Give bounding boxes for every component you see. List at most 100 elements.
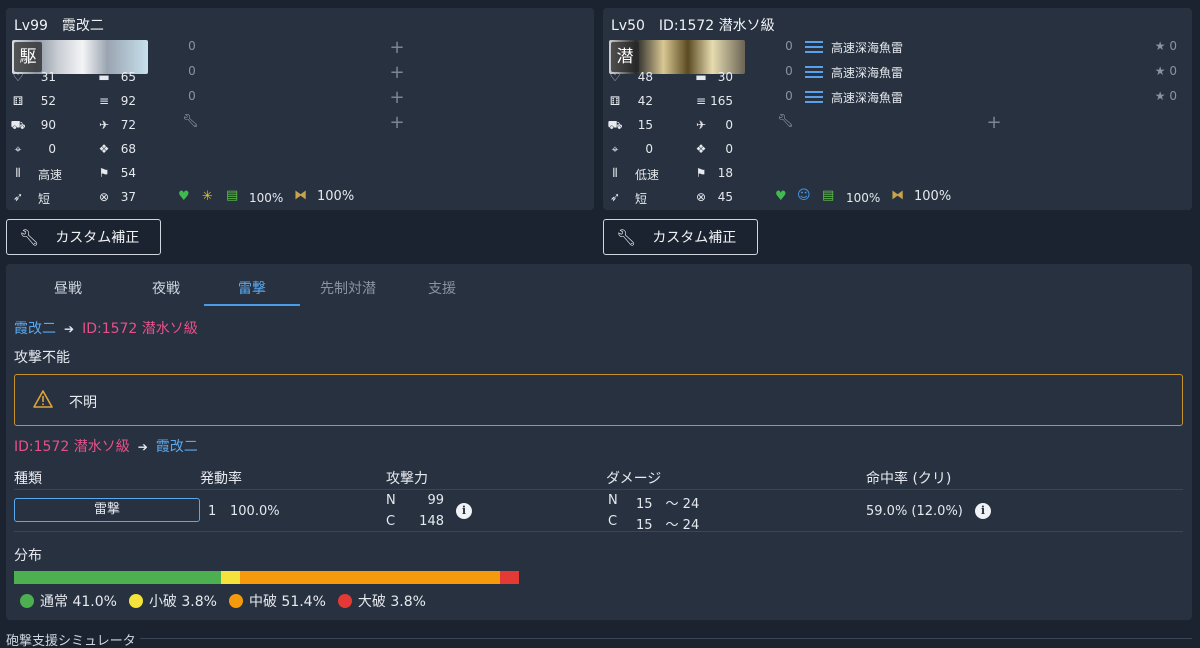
range-icon: ➶ xyxy=(609,190,621,204)
fuel-icon: ▤ xyxy=(226,188,239,203)
info-icon[interactable]: i xyxy=(975,503,991,519)
power-n-value: 99 xyxy=(427,493,444,508)
header-power: 攻撃力 xyxy=(386,471,428,487)
legend-dot xyxy=(228,594,243,608)
distribution-legend: 通常 41.0% 小破 3.8% 中破 51.4% 大破 3.8% xyxy=(20,591,438,611)
legend-item: 通常 41.0% xyxy=(20,591,117,611)
tab-night-battle[interactable]: 夜戦 xyxy=(118,276,214,306)
ammo-icon: ⧓ xyxy=(294,188,307,203)
torpedo-equip-icon xyxy=(805,41,823,55)
ship-banner-image[interactable]: 駆 xyxy=(12,40,148,74)
power-n-label: N xyxy=(386,493,396,508)
torpedo-equip-icon xyxy=(805,91,823,105)
section-title: 砲撃支援シミュレータ xyxy=(6,634,136,648)
divider xyxy=(14,489,1183,490)
ship-card-right: Lv50 ID:1572 潜水ソ級 潜 ♡ 48 ⚅ 42 ⛟ 15 ⌖ 0 ⦀ 低速 ➶ 短… xyxy=(603,8,1192,210)
ship-header: Lv50 ID:1572 潜水ソ級 xyxy=(611,15,789,35)
sparkle-icon: ✳ xyxy=(202,189,213,204)
speed-icon: ⦀ xyxy=(15,166,21,180)
header-damage: ダメージ xyxy=(606,471,662,487)
legend-text: 中破 51.4% xyxy=(248,594,326,610)
ammo-value: 100% xyxy=(914,189,952,204)
distribution-segment xyxy=(240,571,500,584)
custom-correction-button[interactable]: 🔧︎ カスタム補正 xyxy=(6,219,161,255)
fuel-icon: ▤ xyxy=(822,188,835,203)
legend-dot xyxy=(128,594,143,608)
rate-value: 100.0% xyxy=(230,504,280,519)
add-reinforce-icon[interactable]: + xyxy=(389,114,405,132)
damage-n-label: N xyxy=(608,493,618,508)
condition-heart-icon: ♥ xyxy=(775,189,787,204)
ship-header: Lv99 霞改二 xyxy=(14,15,118,35)
legend-item: 大破 3.8% xyxy=(337,591,426,611)
wrench-icon[interactable]: 🔧︎ xyxy=(777,114,794,129)
ammo-value: 100% xyxy=(317,189,355,204)
ship-type-badge: 駆 xyxy=(14,42,42,72)
attack-type-button[interactable]: 雷撃 xyxy=(14,498,200,522)
add-reinforce-icon[interactable]: + xyxy=(986,114,1002,132)
header-hit: 命中率 (クリ) xyxy=(866,471,952,487)
ship-card-left: Lv99 霞改二 駆 ♡ 31 ⚅ 52 ⛟ 90 ⌖ 0 ⦀ 高速 ➶ 短 ▬ 65 ≡ 92 … xyxy=(6,8,594,210)
power-c-label: C xyxy=(386,514,396,529)
improvement-star: ★ 0 xyxy=(1154,39,1177,53)
ship-banner-image[interactable]: 潜 xyxy=(609,40,745,74)
fuel-value: 100% xyxy=(846,191,881,205)
distribution-segment xyxy=(221,571,241,584)
distribution-segment xyxy=(499,571,519,584)
no-attack-label: 攻撃不能 xyxy=(14,350,70,366)
improvement-star: ★ 0 xyxy=(1154,89,1177,103)
add-equip-icon[interactable]: + xyxy=(389,89,405,107)
warning-box: 不明 xyxy=(14,374,1183,426)
wrench-icon: 🔧︎ xyxy=(616,227,637,247)
warning-text: 不明 xyxy=(69,395,97,411)
legend-item: 小破 3.8% xyxy=(128,591,217,611)
add-equip-icon[interactable]: + xyxy=(389,39,405,57)
range-icon: ➶ xyxy=(12,190,24,204)
fuel-value: 100% xyxy=(249,191,284,205)
equip-name: 高速深海魚雷 xyxy=(831,66,904,80)
rate-count: 1 xyxy=(208,504,217,519)
smile-icon: ☺ xyxy=(797,188,811,203)
speed-icon: ⦀ xyxy=(612,166,618,180)
tab-day-battle[interactable]: 昼戦 xyxy=(20,276,116,306)
equip-slot[interactable]: 0 高速深海魚雷 ★ 0 xyxy=(781,89,1189,107)
divider xyxy=(14,531,1183,532)
distribution-label: 分布 xyxy=(14,548,42,564)
ship-type-badge: 潜 xyxy=(611,42,639,72)
distribution-bar xyxy=(14,571,519,584)
route-defender-to-attacker: ID:1572 潜水ソ級 ➔ 霞改二 xyxy=(14,439,198,455)
ammo-icon: ⧓ xyxy=(891,188,904,203)
damage-c-label: C xyxy=(608,514,618,529)
header-rate: 発動率 xyxy=(200,471,242,487)
equip-slot[interactable]: 0 高速深海魚雷 ★ 0 xyxy=(781,64,1189,82)
custom-correction-button[interactable]: 🔧︎ カスタム補正 xyxy=(603,219,758,255)
legend-text: 大破 3.8% xyxy=(357,594,426,610)
damage-n-range: 15 ～ 24 xyxy=(636,497,700,512)
wrench-icon[interactable]: 🔧︎ xyxy=(182,114,199,129)
ship-name: 霞改二 xyxy=(61,18,104,34)
route-attacker-to-defender: 霞改二 ➔ ID:1572 潜水ソ級 xyxy=(14,321,198,337)
header-type: 種類 xyxy=(14,471,42,487)
result-panel: 昼戦 夜戦 雷撃 先制対潜 支援 霞改二 ➔ ID:1572 潜水ソ級 攻撃不能 不… xyxy=(6,264,1192,620)
tab-torpedo[interactable]: 雷撃 xyxy=(204,276,300,306)
legend-text: 通常 41.0% xyxy=(40,594,117,610)
arrow-right-icon: ➔ xyxy=(64,322,75,336)
equip-name: 高速深海魚雷 xyxy=(831,41,904,55)
add-equip-icon[interactable]: + xyxy=(389,64,405,82)
tab-opening-asw[interactable]: 先制対潜 xyxy=(300,276,396,306)
hit-rate: 59.0% (12.0%) xyxy=(866,504,963,519)
power-c-value: 148 xyxy=(419,514,444,529)
ship-level: Lv99 xyxy=(14,18,48,34)
improvement-star: ★ 0 xyxy=(1154,64,1177,78)
equip-slot[interactable]: 0 高速深海魚雷 ★ 0 xyxy=(781,39,1189,57)
divider xyxy=(140,638,1192,639)
warning-icon xyxy=(33,390,53,408)
tab-support[interactable]: 支援 xyxy=(394,276,490,306)
torpedo-equip-icon xyxy=(805,66,823,80)
distribution-segment xyxy=(14,571,222,584)
arrow-right-icon: ➔ xyxy=(137,440,148,454)
legend-item: 中破 51.4% xyxy=(228,591,326,611)
info-icon[interactable]: i xyxy=(456,503,472,519)
legend-text: 小破 3.8% xyxy=(148,594,217,610)
legend-dot xyxy=(20,594,34,608)
